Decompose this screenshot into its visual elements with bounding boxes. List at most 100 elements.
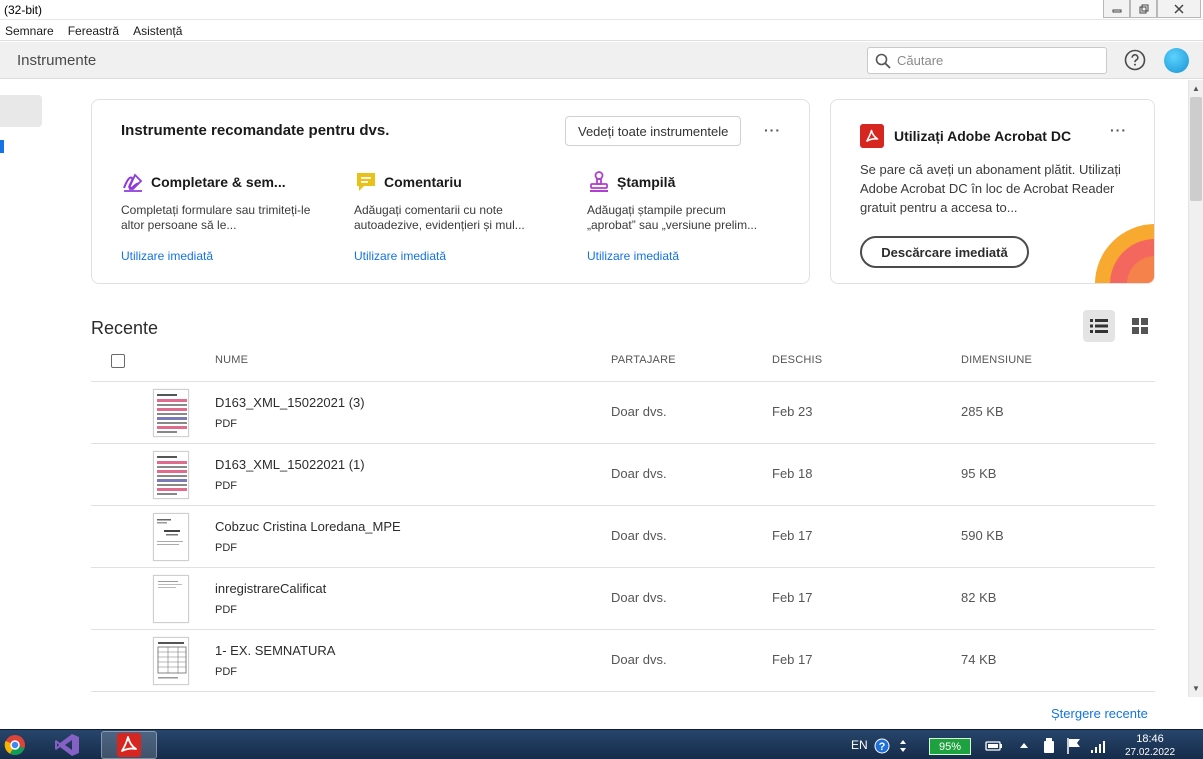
download-now-button[interactable]: Descărcare imediată [860, 236, 1029, 268]
column-header-opened[interactable]: DESCHIS [772, 354, 822, 366]
file-name: 1- EX. SEMNATURA [215, 643, 336, 658]
language-help-icon[interactable]: ? [874, 738, 890, 754]
promo-decoration [1095, 224, 1154, 283]
recent-title: Recente [91, 318, 159, 338]
see-all-tools-button[interactable]: Vedeți toate instrumentele [565, 116, 742, 146]
table-row[interactable]: 1- EX. SEMNATURA PDF Doar dvs. Feb 17 74… [91, 630, 1155, 692]
file-opened: Feb 23 [772, 404, 813, 419]
system-clock[interactable]: 18:46 27.02.2022 [1122, 733, 1178, 759]
restore-button[interactable] [1130, 0, 1157, 18]
use-now-link[interactable]: Utilizare imediată [354, 249, 446, 263]
battery-icon[interactable] [985, 738, 1003, 754]
file-type: PDF [215, 480, 237, 492]
left-rail-item[interactable] [0, 95, 42, 127]
close-button[interactable] [1157, 0, 1201, 18]
clock-date: 27.02.2022 [1124, 747, 1176, 758]
acrobat-icon [860, 124, 884, 148]
file-sharing: Doar dvs. [611, 466, 667, 481]
minimize-icon [1112, 9, 1121, 12]
promo-title: Utilizați Adobe Acrobat DC [894, 128, 1072, 144]
file-name: D163_XML_15022021 (1) [215, 457, 365, 472]
column-header-size[interactable]: DIMENSIUNE [961, 354, 1032, 366]
scroll-down-icon[interactable]: ▼ [1189, 682, 1203, 696]
stamp-icon [590, 171, 608, 192]
search-box[interactable] [867, 47, 1107, 74]
clear-recent-link[interactable]: Ștergere recente [1051, 706, 1148, 721]
file-thumbnail [153, 575, 189, 623]
file-size: 95 KB [961, 466, 997, 481]
column-header-sharing[interactable]: PARTAJARE [611, 354, 676, 366]
file-opened: Feb 17 [772, 652, 813, 667]
chrome-icon [4, 735, 25, 756]
acrobat-promo-card: Utilizați Adobe Acrobat DC ··· Se pare c… [830, 99, 1155, 284]
tools-tab[interactable]: Instrumente [17, 52, 96, 69]
table-row[interactable]: D163_XML_15022021 (1) PDF Doar dvs. Feb … [91, 444, 1155, 506]
action-center-flag-icon[interactable] [1066, 737, 1082, 755]
file-opened: Feb 17 [772, 528, 813, 543]
file-type: PDF [215, 666, 237, 678]
menu-item-asistenta[interactable]: Asistență [133, 24, 182, 38]
language-indicator[interactable]: EN [851, 730, 868, 759]
visual-studio-icon [55, 734, 79, 756]
file-opened: Feb 17 [772, 590, 813, 605]
battery-indicator[interactable]: 95% [929, 738, 971, 755]
file-sharing: Doar dvs. [611, 590, 667, 605]
file-thumbnail [153, 637, 189, 685]
table-header: NUME PARTAJARE DESCHIS DIMENSIUNE [91, 345, 1155, 382]
menu-item-semnare[interactable]: Semnare [5, 24, 54, 38]
search-icon [875, 53, 891, 69]
vertical-scrollbar[interactable]: ▲ ▼ [1188, 80, 1203, 697]
scroll-up-icon[interactable]: ▲ [1189, 82, 1203, 96]
table-row[interactable]: D163_XML_15022021 (3) PDF Doar dvs. Feb … [91, 382, 1155, 444]
more-options-icon[interactable]: ··· [1110, 122, 1127, 138]
avatar[interactable] [1164, 48, 1189, 73]
visual-studio-taskbar-button[interactable] [40, 731, 94, 759]
column-header-name[interactable]: NUME [215, 354, 248, 366]
file-sharing: Doar dvs. [611, 528, 667, 543]
promo-text: Se pare că aveți un abonament plătit. Ut… [860, 162, 1121, 215]
clock-time: 18:46 [1136, 733, 1164, 745]
device-icon[interactable] [1041, 737, 1057, 755]
table-row[interactable]: inregistrareCalificat PDF Doar dvs. Feb … [91, 568, 1155, 630]
acrobat-reader-icon [117, 733, 141, 757]
file-type: PDF [215, 542, 237, 554]
grid-view-button[interactable] [1124, 310, 1156, 342]
file-sharing: Doar dvs. [611, 404, 667, 419]
file-size: 82 KB [961, 590, 997, 605]
tool-description: Adăugați ștampile precum „aprobat” sau „… [587, 203, 758, 232]
file-name: D163_XML_15022021 (3) [215, 395, 365, 410]
file-type: PDF [215, 418, 237, 430]
file-size: 590 KB [961, 528, 1004, 543]
show-hidden-icons-icon[interactable] [1019, 739, 1029, 751]
more-options-icon[interactable]: ··· [764, 122, 781, 138]
menu-item-fereastra[interactable]: Fereastră [68, 24, 119, 38]
tray-arrows-icon[interactable] [898, 738, 908, 754]
restore-icon [1139, 4, 1148, 13]
tool-name: Completare & sem... [151, 174, 286, 190]
network-signal-icon[interactable] [1090, 738, 1108, 754]
file-opened: Feb 18 [772, 466, 813, 481]
file-thumbnail [153, 513, 189, 561]
use-now-link[interactable]: Utilizare imediată [121, 249, 213, 263]
help-icon[interactable] [1124, 49, 1146, 71]
close-icon [1174, 3, 1184, 14]
svg-text:?: ? [879, 741, 886, 753]
top-toolbar: Instrumente [0, 42, 1203, 79]
file-thumbnail [153, 451, 189, 499]
minimize-button[interactable] [1103, 0, 1130, 18]
window-title-bar: (32-bit) [0, 0, 1203, 20]
file-size: 285 KB [961, 404, 1004, 419]
recommended-tools-title: Instrumente recomandate pentru dvs. [121, 122, 390, 139]
select-all-checkbox[interactable] [111, 354, 125, 368]
scrollbar-thumb[interactable] [1190, 97, 1202, 201]
search-input[interactable] [897, 53, 1097, 68]
table-row[interactable]: Cobzuc Cristina Loredana_MPE PDF Doar dv… [91, 506, 1155, 568]
use-now-link[interactable]: Utilizare imediată [587, 249, 679, 263]
chrome-taskbar-button[interactable] [0, 731, 30, 759]
acrobat-taskbar-button[interactable] [101, 731, 157, 759]
taskbar: EN ? 95% 18:46 27.02.2022 [0, 729, 1203, 759]
list-view-button[interactable] [1083, 310, 1115, 342]
recent-files-table: NUME PARTAJARE DESCHIS DIMENSIUNE D163_X… [91, 345, 1155, 692]
fill-sign-icon [123, 173, 143, 192]
window-controls [1103, 0, 1201, 18]
